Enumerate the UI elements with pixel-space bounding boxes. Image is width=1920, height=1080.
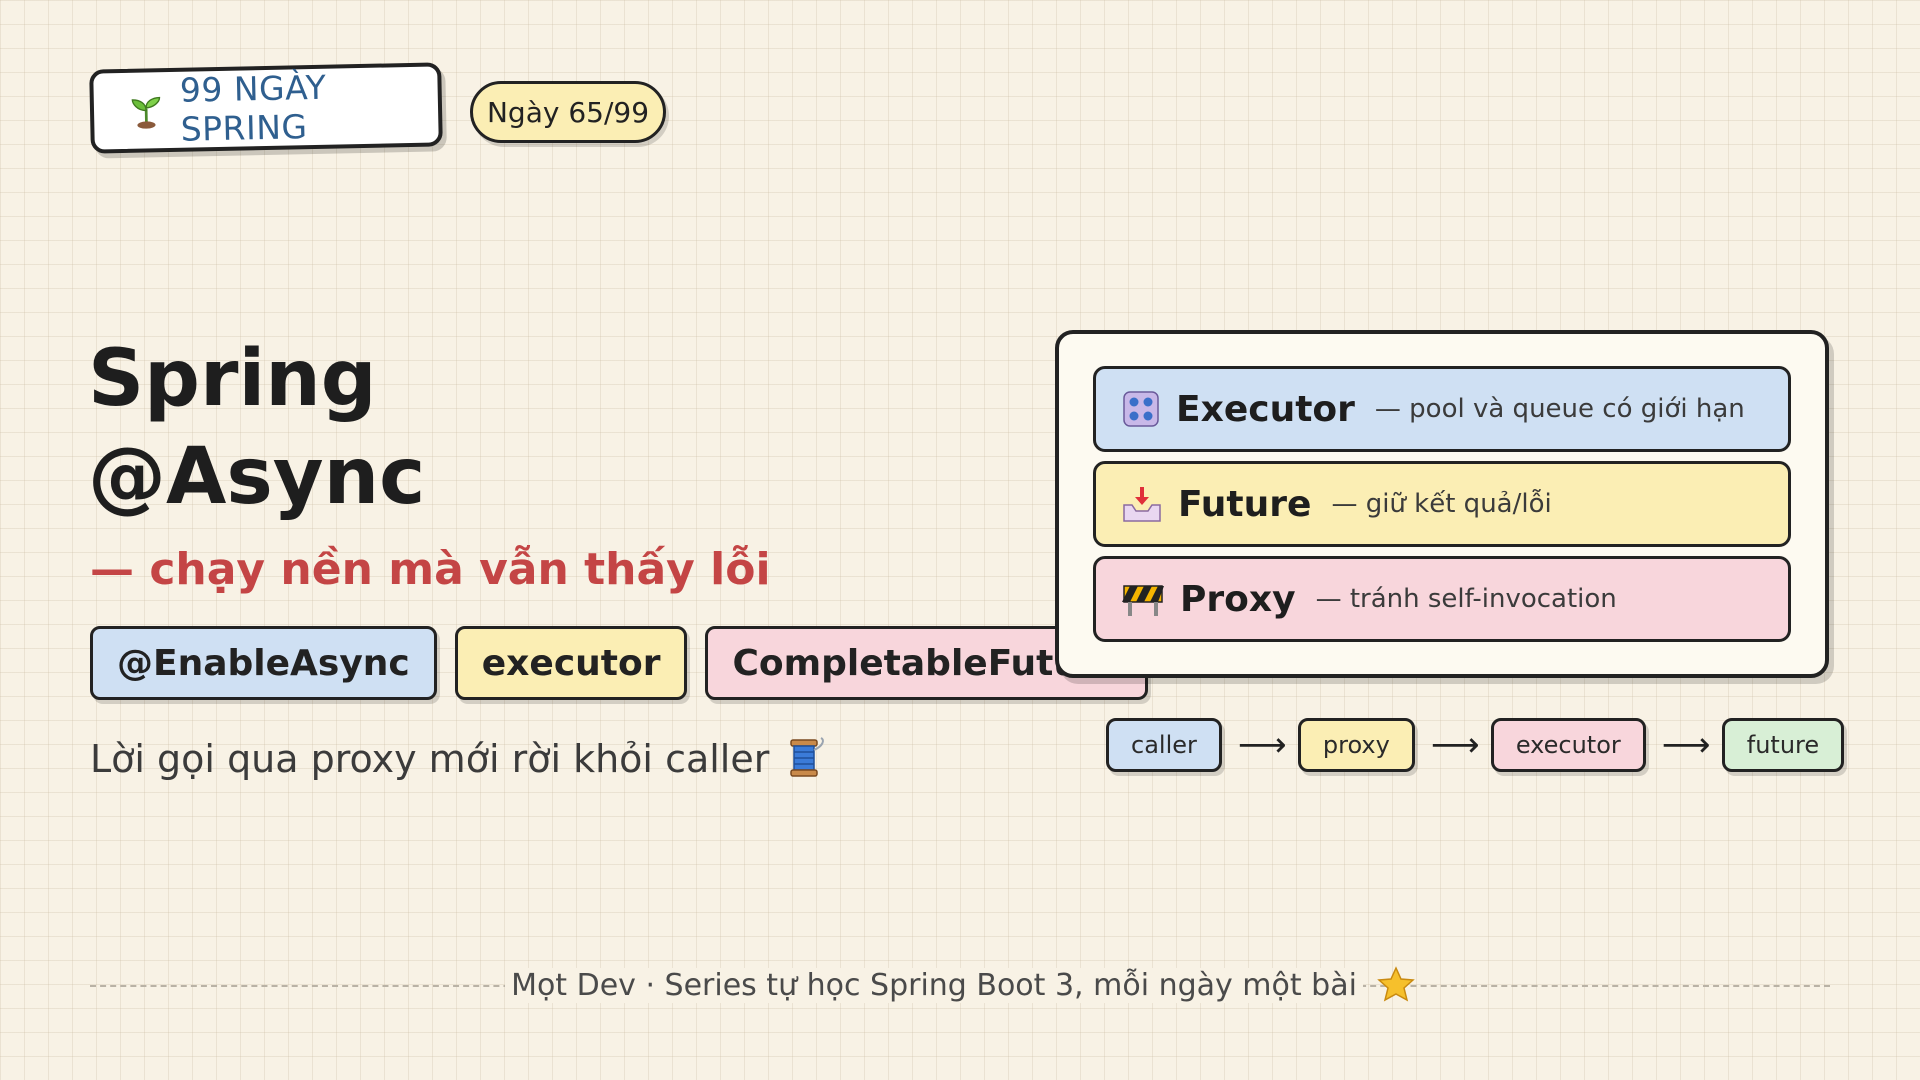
star-icon [1377,966,1415,1002]
concept-row-executor: Executor — pool và queue có giới hạn [1093,366,1791,452]
flow-arrow: ⟶ [1661,725,1711,765]
inbox-tray-icon [1123,487,1161,522]
row-title: Future [1178,483,1312,525]
call-flow: caller ⟶ proxy ⟶ executor ⟶ future [1106,718,1845,772]
title-line-1: Spring [88,334,377,424]
construction-barrier-icon [1122,585,1164,616]
footer-text: Mọt Dev · Series tự học Spring Boot 3, m… [505,967,1363,1003]
tag-label: executor [481,642,661,684]
flow-node-label: executor [1515,731,1621,759]
row-title: Proxy [1180,578,1296,620]
row-title: Executor [1176,388,1355,430]
caption-text: Lời gọi qua proxy mới rời khỏi caller [90,737,770,781]
tag-executor: executor [454,626,688,700]
footer: Mọt Dev · Series tự học Spring Boot 3, m… [0,966,1920,1004]
page-title: Spring @Async [88,330,425,526]
concept-row-future: Future — giữ kết quả/lỗi [1093,461,1791,547]
row-description: — pool và queue có giới hạn [1374,394,1745,424]
tag-enable-async: @EnableAsync [90,626,437,700]
row-description: — giữ kết quả/lỗi [1331,489,1552,519]
series-badge: 99 NGÀY SPRING [89,62,443,154]
tag-label: @EnableAsync [117,642,410,684]
title-line-2: @Async [88,432,426,522]
flow-node-label: future [1746,731,1820,759]
thread-spool-icon [790,737,825,777]
flow-node-caller: caller [1106,718,1222,772]
day-counter-badge: Ngày 65/99 [470,81,666,143]
control-knobs-icon [1123,391,1159,427]
flow-node-proxy: proxy [1297,718,1415,772]
row-description: — tránh self-invocation [1315,584,1617,614]
tag-list: @EnableAsync executor CompletableFuture [90,626,1149,700]
flow-node-future: future [1721,718,1845,772]
flow-arrow: ⟶ [1430,725,1480,765]
seedling-icon [131,96,161,129]
concept-panel: Executor — pool và queue có giới hạn Fut… [1055,330,1829,678]
series-label: 99 NGÀY SPRING [179,67,327,149]
flow-node-label: proxy [1322,731,1390,759]
flow-node-label: caller [1131,731,1197,759]
flow-arrow: ⟶ [1237,725,1287,765]
page-subtitle: — chạy nền mà vẫn thấy lỗi [90,544,771,595]
flow-node-executor: executor [1490,718,1646,772]
caption-note: Lời gọi qua proxy mới rời khỏi caller [90,736,827,782]
day-counter-label: Ngày 65/99 [486,95,650,129]
concept-row-proxy: Proxy — tránh self-invocation [1093,556,1791,642]
